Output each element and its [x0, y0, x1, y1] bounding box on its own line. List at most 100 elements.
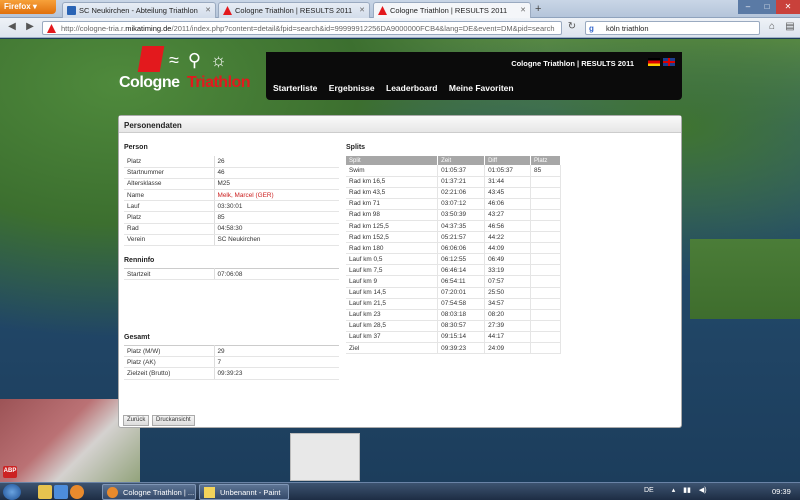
reload-icon[interactable]: ↻ — [564, 21, 580, 35]
paint-icon — [204, 487, 215, 498]
field-label: Platz (AK) — [124, 356, 215, 369]
windows-start-icon[interactable] — [3, 484, 21, 500]
table-row: Lauf 03:30:01 — [124, 200, 339, 213]
firefox-icon[interactable] — [70, 485, 84, 499]
task-paint[interactable]: Unbenannt - Paint — [199, 484, 289, 500]
tray-expand-icon[interactable]: ▴ — [672, 487, 676, 494]
field-value: 09:39:23 — [214, 367, 339, 380]
table-row: Rad km 152,5 05:21:57 44:22 — [346, 231, 561, 244]
splits-cell — [530, 342, 561, 355]
splits-cell: 44:17 — [484, 331, 532, 344]
search-input[interactable]: g köln triathlon — [585, 21, 760, 35]
splits-cell: 44:22 — [484, 231, 532, 244]
task-firefox[interactable]: Cologne Triathlon | ... — [102, 484, 196, 500]
splits-column-header: Diff — [484, 156, 532, 165]
explorer-icon[interactable] — [38, 485, 52, 499]
splits-cell — [530, 231, 561, 244]
field-label: Startzeit — [124, 268, 215, 281]
logo-text-triathlon: Triathlon — [187, 74, 251, 91]
triathlon-favicon-icon — [223, 6, 232, 15]
close-icon[interactable]: ✕ — [359, 6, 365, 14]
splits-cell: 08:20 — [484, 309, 532, 321]
table-row: Verein SC Neukirchen — [124, 234, 339, 247]
url-path: /2011/index.php?content=detail&fpid=sear… — [171, 24, 555, 33]
gesamt-table: Platz (M/W) 29 Platz (AK) 7 Zielzeit (Brutto… — [124, 345, 339, 380]
table-row: Platz 85 — [124, 211, 339, 224]
close-window-button[interactable]: ✕ — [776, 0, 800, 14]
splits-cell — [530, 253, 561, 266]
field-value[interactable]: Melk, Marcel (GER) — [214, 189, 339, 202]
print-view-button[interactable]: Druckansicht — [152, 415, 195, 426]
system-tray: DE ▴ ▮▮ ◀) — [644, 486, 707, 494]
back-button[interactable]: Zurück — [123, 415, 150, 426]
tab-sc-neukirchen[interactable]: SC Neukirchen - Abteilung Triathlon ✕ — [62, 2, 216, 18]
media-player-icon[interactable] — [54, 485, 68, 499]
close-icon[interactable]: ✕ — [205, 6, 211, 14]
table-row: Lauf km 0,5 06:12:55 06:49 — [346, 253, 561, 266]
firefox-menu-button[interactable]: Firefox ▾ — [0, 0, 56, 14]
page-favicon-icon — [67, 6, 76, 15]
splits-cell: Lauf km 7,5 — [346, 264, 439, 277]
splits-cell: 06:12:55 — [437, 253, 486, 266]
splits-cell: 09:39:23 — [437, 342, 486, 355]
splits-cell: 31:44 — [484, 176, 532, 188]
splits-cell: 25:50 — [484, 287, 532, 299]
maximize-button[interactable]: □ — [758, 0, 776, 14]
field-value: 85 — [214, 211, 339, 224]
volume-icon[interactable]: ◀) — [699, 487, 707, 494]
nav-starterliste[interactable]: Starterliste — [273, 83, 317, 93]
url-input[interactable]: http://cologne-tria.r.mikatiming.de/2011… — [42, 21, 562, 35]
splits-cell — [530, 209, 561, 221]
field-value: 7 — [214, 356, 339, 369]
field-value: 26 — [214, 156, 339, 168]
task-label: Cologne Triathlon | ... — [123, 488, 195, 497]
splits-table: Split Zeit Diff Platz Swim 01:05:37 01:05:37 8… — [346, 156, 561, 355]
splits-cell: Rad km 152,5 — [346, 231, 439, 244]
site-logo[interactable]: ≈ ⚲ ☼ Cologne Triathlon — [115, 46, 265, 106]
table-row: Rad 04:58:30 — [124, 223, 339, 235]
tab-results-1[interactable]: Cologne Triathlon | RESULTS 2011 ✕ — [218, 2, 370, 18]
table-row: Lauf km 14,5 07:20:01 25:50 — [346, 287, 561, 299]
tab-results-active[interactable]: Cologne Triathlon | RESULTS 2011 ✕ — [373, 2, 531, 18]
person-table: Platz 26 Startnummer 46 Altersklasse M25 Name M… — [124, 156, 339, 247]
field-value: 04:58:30 — [214, 223, 339, 235]
table-row: Rad km 43,5 02:21:06 43:45 — [346, 187, 561, 199]
table-row: Rad km 180 06:06:06 44:09 — [346, 242, 561, 255]
close-icon[interactable]: ✕ — [520, 6, 526, 14]
splits-cell — [530, 309, 561, 321]
field-label: Startnummer — [124, 167, 215, 179]
nav-leaderboard[interactable]: Leaderboard — [386, 83, 438, 93]
uk-flag-icon[interactable] — [663, 58, 675, 66]
splits-cell: 08:03:18 — [437, 309, 486, 321]
splits-cell: 07:20:01 — [437, 287, 486, 299]
adblock-icon[interactable]: ABP — [3, 466, 17, 478]
network-icon[interactable]: ▮▮ — [683, 487, 691, 494]
browser-tabbar: Firefox ▾ SC Neukirchen - Abteilung Tria… — [0, 0, 800, 18]
splits-cell: 02:21:06 — [437, 187, 486, 199]
clock[interactable]: 09:39 — [772, 487, 791, 496]
nav-meine-favoriten[interactable]: Meine Favoriten — [449, 83, 514, 93]
minimize-button[interactable]: – — [738, 0, 758, 14]
splits-column-header: Split — [346, 156, 439, 165]
url-domain: mikatiming.de — [125, 24, 172, 33]
addon-icon[interactable]: ▤ — [782, 21, 798, 35]
splits-cell: Lauf km 37 — [346, 331, 439, 344]
forward-arrow-icon[interactable]: ▶ — [22, 21, 38, 35]
google-search-icon: g — [589, 24, 594, 33]
back-arrow-icon[interactable]: ◀ — [4, 21, 20, 35]
splits-cell: 43:27 — [484, 209, 532, 221]
finish-tower — [290, 433, 360, 481]
splits-cell — [530, 242, 561, 255]
language-indicator[interactable]: DE — [644, 487, 654, 494]
new-tab-button[interactable]: + — [535, 3, 541, 15]
field-label: Zielzeit (Brutto) — [124, 367, 215, 380]
german-flag-icon[interactable] — [648, 58, 660, 66]
home-icon[interactable]: ⌂ — [764, 21, 780, 35]
splits-cell: Lauf km 0,5 — [346, 253, 439, 266]
splits-cell: 05:21:57 — [437, 231, 486, 244]
splits-cell: 44:09 — [484, 242, 532, 255]
nav-ergebnisse[interactable]: Ergebnisse — [329, 83, 375, 93]
section-title-renninfo: Renninfo — [124, 257, 155, 264]
tab-label: Cologne Triathlon | RESULTS 2011 — [390, 6, 508, 15]
splits-cell: 03:07:12 — [437, 198, 486, 210]
